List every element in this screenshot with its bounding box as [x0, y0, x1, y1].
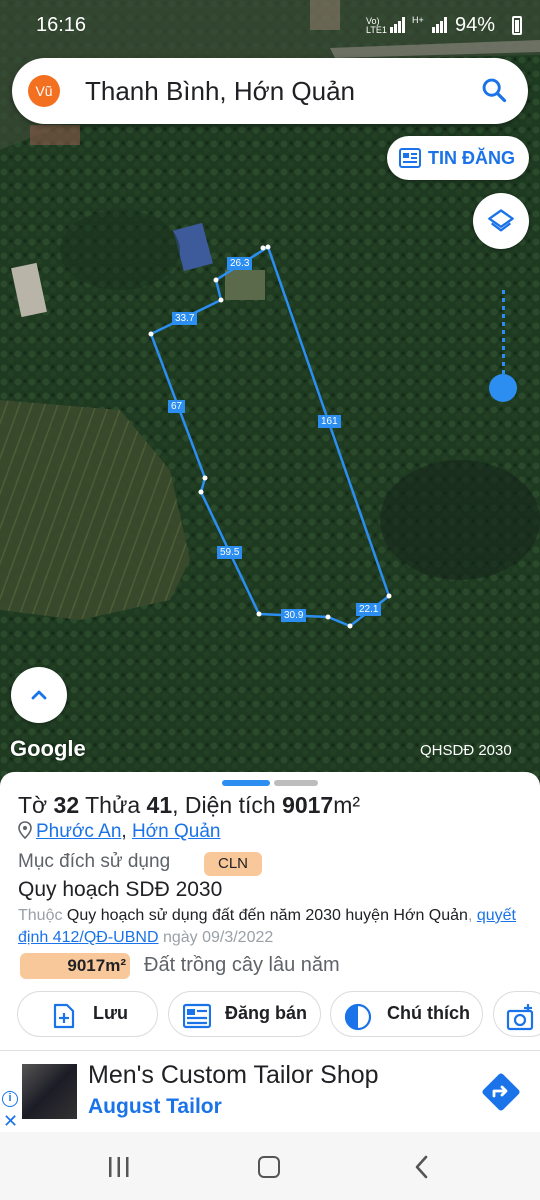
add-file-icon [53, 1003, 75, 1029]
ad-image[interactable] [22, 1064, 77, 1119]
sheet-handle[interactable] [274, 780, 318, 786]
search-bar[interactable]: Vũ Thanh Bình, Hớn Quản [12, 58, 528, 124]
search-icon[interactable] [480, 76, 508, 104]
back-icon[interactable] [412, 1154, 432, 1180]
legend-button[interactable]: Chú thích [330, 991, 483, 1037]
ad-banner[interactable]: i ✕ Men's Custom Tailor Shop August Tail… [0, 1050, 540, 1132]
home-icon[interactable] [258, 1156, 280, 1178]
google-logo: Google [10, 736, 86, 761]
edge-label: 30.9 [281, 609, 307, 622]
ad-title[interactable]: Men's Custom Tailor Shop [88, 1061, 379, 1090]
post-listing-label: TIN ĐĂNG [428, 148, 515, 168]
district-link[interactable]: Hớn Quản [132, 821, 221, 842]
layers-button[interactable] [473, 193, 529, 249]
layer-name: QHSDĐ 2030 [420, 742, 512, 759]
save-label: Lưu [93, 1003, 129, 1023]
add-photo-button[interactable] [493, 991, 540, 1037]
listing-icon [399, 148, 421, 168]
signal-icon-2 [432, 17, 447, 33]
edge-label: 161 [318, 415, 341, 428]
post-listing-button[interactable]: TIN ĐĂNG [387, 136, 529, 180]
sell-label: Đăng bán [225, 1003, 308, 1023]
location-pin-icon [18, 821, 32, 839]
edge-label: 59.5 [217, 546, 243, 559]
edge-label: 67 [168, 400, 186, 413]
expand-button[interactable] [11, 667, 67, 723]
parcel-title: Tờ 32 Thửa 41, Diện tích 9017m² [18, 792, 361, 818]
purpose-code-badge: CLN [204, 852, 262, 876]
search-query[interactable]: Thanh Bình, Hớn Quản [85, 76, 355, 107]
parcel-info-sheet: Tờ 32 Thửa 41, Diện tích 9017m² Phước An… [0, 772, 540, 1042]
listing-icon [183, 1003, 211, 1029]
chevron-up-icon [31, 690, 47, 700]
parcel-area: 9017 [282, 792, 334, 818]
network-type: H+ [412, 15, 424, 25]
edge-label: 26.3 [227, 257, 253, 270]
signal-icon [390, 17, 405, 33]
ad-advertiser[interactable]: August Tailor [88, 1095, 222, 1119]
avatar[interactable]: Vũ [28, 75, 60, 107]
plan-description: Thuộc Quy hoạch sử dụng đất đến năm 2030… [18, 907, 516, 946]
save-button[interactable]: Lưu [17, 991, 158, 1037]
area-badge: 9017m² [20, 953, 130, 979]
status-time: 16:16 [36, 14, 87, 36]
layers-icon [488, 209, 514, 232]
purpose-label: Mục đích sử dụng [18, 851, 171, 872]
ad-close-icon[interactable]: ✕ [3, 1111, 18, 1132]
edge-label: 33.7 [172, 312, 198, 325]
sheet-number: 32 [53, 792, 80, 818]
sheet-handle-active[interactable] [222, 780, 270, 786]
add-photo-icon [506, 1004, 534, 1031]
recent-apps-icon[interactable] [107, 1156, 131, 1178]
sell-button[interactable]: Đăng bán [168, 991, 321, 1037]
plan-title: Quy hoạch SDĐ 2030 [18, 878, 223, 901]
map-view[interactable]: 26.3 33.7 67 161 59.5 30.9 22.1 16:16 Vo… [0, 0, 540, 790]
ward-link[interactable]: Phước An [36, 821, 121, 842]
legend-label: Chú thích [387, 1003, 470, 1023]
battery-percent: 94% [455, 14, 496, 36]
opacity-slider-track[interactable] [502, 290, 505, 380]
ad-info-icon[interactable]: i [2, 1091, 18, 1107]
contrast-icon [344, 1003, 372, 1031]
land-type-label: Đất trồng cây lâu năm [144, 954, 340, 976]
edge-label: 22.1 [356, 603, 382, 616]
system-nav-bar [0, 1132, 540, 1200]
location-row: Phước An, Hớn Quản [18, 821, 220, 843]
status-bar: 16:16 Vo) LTE1 H+ 94% [0, 0, 540, 52]
directions-icon[interactable] [478, 1069, 524, 1115]
action-bar: Lưu Đăng bán Chú thích [0, 991, 540, 1039]
lot-number: 41 [146, 792, 173, 818]
volte-indicator: Vo) LTE1 [366, 16, 387, 35]
opacity-slider-handle[interactable] [489, 374, 517, 402]
battery-icon [512, 16, 522, 35]
